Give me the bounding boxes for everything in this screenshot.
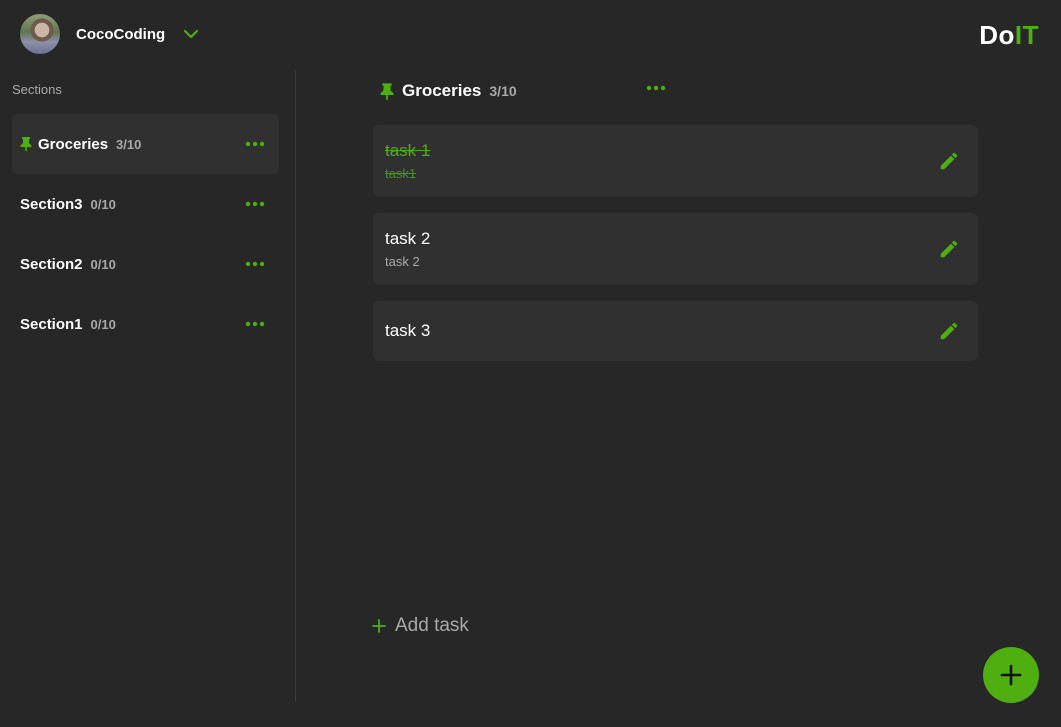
section-name: Section3 (20, 195, 83, 213)
sidebar-heading: Sections (12, 82, 62, 97)
section-count: 0/10 (90, 256, 116, 272)
logo-it: IT (1014, 20, 1039, 50)
task-list: task 1 task1 task 2 task 2 task 3 (373, 125, 978, 377)
plus-icon (1000, 664, 1022, 686)
app-logo: DoIT (979, 20, 1039, 51)
section-count: 0/10 (90, 196, 116, 212)
task-title: task 1 (385, 141, 431, 160)
page-title: Groceries (402, 81, 482, 100)
sidebar-item-section3[interactable]: Section3 0/10 (12, 174, 279, 234)
task-title: task 3 (385, 321, 431, 340)
plus-icon (372, 619, 386, 633)
pin-icon (20, 137, 32, 151)
sidebar-item-section1[interactable]: Section1 0/10 (12, 294, 279, 354)
more-horizontal-icon[interactable] (245, 201, 265, 207)
task-description: task 2 (385, 254, 420, 269)
logo-do: Do (979, 20, 1015, 50)
task-card[interactable]: task 2 task 2 (373, 213, 978, 285)
more-horizontal-icon[interactable] (245, 261, 265, 267)
section-count: 0/10 (90, 316, 116, 332)
task-card[interactable]: task 3 (373, 301, 978, 361)
section-name: Groceries (38, 135, 109, 153)
task-title: task 2 (385, 229, 431, 248)
add-section-fab[interactable] (983, 647, 1039, 703)
pencil-icon[interactable] (938, 320, 960, 342)
user-menu[interactable]: CocoCoding (20, 14, 199, 54)
add-task-button[interactable]: Add task (372, 615, 469, 637)
sidebar-item-groceries[interactable]: Groceries 3/10 (12, 114, 279, 174)
add-task-label: Add task (395, 615, 469, 636)
task-card[interactable]: task 1 task1 (373, 125, 978, 197)
sidebar-divider (295, 70, 296, 702)
more-horizontal-icon[interactable] (245, 141, 265, 147)
pin-icon[interactable] (380, 82, 394, 100)
section-list: Groceries 3/10 Section3 0/10 Section2 0/… (12, 114, 279, 354)
section-count: 3/10 (116, 136, 142, 152)
sidebar-item-section2[interactable]: Section2 0/10 (12, 234, 279, 294)
user-name: CocoCoding (76, 25, 166, 43)
section-header: Groceries 3/10 (380, 79, 517, 103)
chevron-down-icon[interactable] (183, 26, 199, 42)
avatar (20, 14, 60, 54)
section-name: Section2 (20, 255, 83, 273)
app-window: CocoCoding DoIT Sections Groceries 3/10 … (0, 0, 1061, 727)
pencil-icon[interactable] (938, 150, 960, 172)
more-horizontal-icon[interactable] (245, 321, 265, 327)
task-description: task1 (385, 166, 417, 181)
section-name: Section1 (20, 315, 83, 333)
section-count: 3/10 (489, 83, 517, 99)
pencil-icon[interactable] (938, 238, 960, 260)
more-horizontal-icon[interactable] (646, 85, 666, 91)
